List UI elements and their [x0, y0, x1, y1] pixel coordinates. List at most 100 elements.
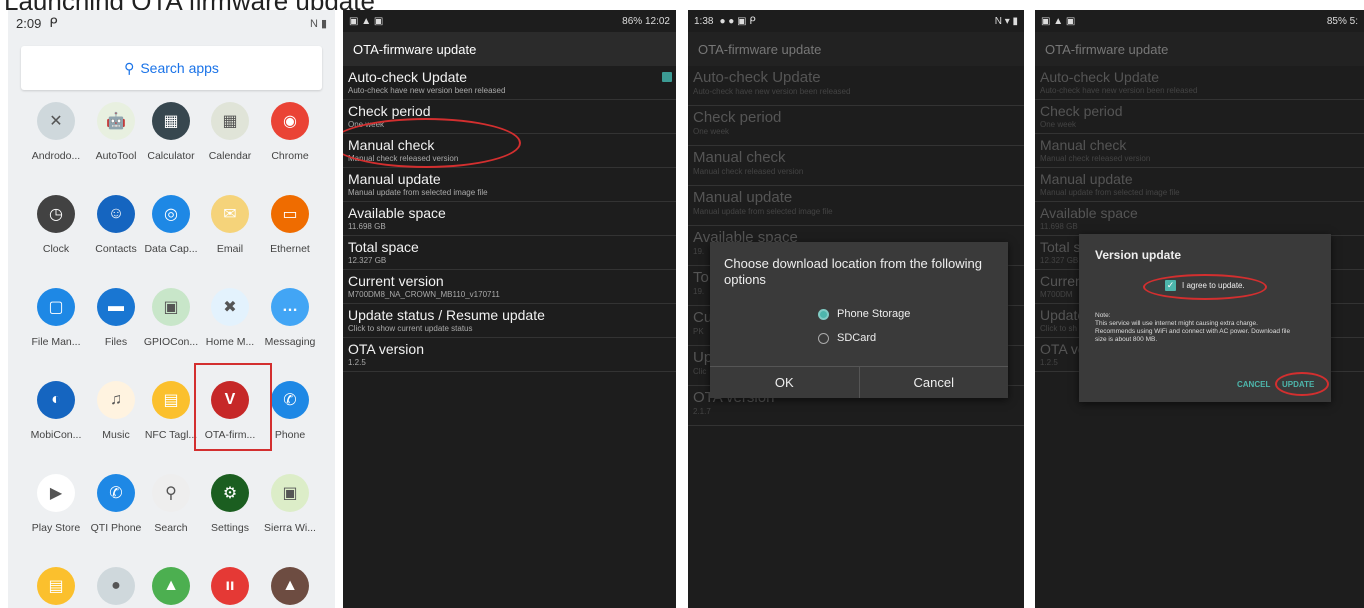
pref-item[interactable]: Check period One week — [1035, 100, 1364, 134]
pref-title: OTA version — [348, 341, 424, 357]
pref-summary: Manual update from selected image file — [348, 188, 488, 197]
app-hat[interactable]: ▲ — [258, 567, 322, 605]
play-store-icon: ▶ — [37, 474, 75, 512]
app-label: Home M... — [205, 336, 255, 348]
signal-icon: N ▾ ▮ — [994, 15, 1018, 27]
dialog-heading: Version update — [1095, 248, 1182, 262]
pref-item[interactable]: Manual check Manual check released versio… — [1035, 134, 1364, 168]
app-label: Clock — [42, 243, 70, 255]
pref-item[interactable]: Available space 11.698 GB — [343, 202, 676, 236]
settings-icon: ⚙ — [211, 474, 249, 512]
sierra-icon: ▣ — [271, 474, 309, 512]
mobicontrol-icon: ◐ — [37, 381, 75, 419]
radio-selected-icon — [818, 308, 829, 320]
app-label: Sierra Wi... — [264, 522, 316, 534]
app-email[interactable]: ✉ Email — [198, 195, 262, 255]
pref-summary: Click to show current update status — [348, 324, 473, 333]
cancel-button[interactable]: Cancel — [860, 367, 1009, 398]
pref-item[interactable]: Available space 11.698 GB — [1035, 202, 1364, 236]
note-text: This service will use internet might cau… — [1095, 320, 1291, 344]
pref-title: Check period — [348, 103, 431, 119]
pref-item[interactable]: Total space 12.327 GB — [343, 236, 676, 270]
pref-summary: Manual check released version — [693, 167, 804, 176]
app-messaging[interactable]: … Messaging — [258, 288, 322, 348]
pref-item[interactable]: Auto-check Update Auto-check have new ver… — [688, 66, 1024, 106]
audio-icon: ıı — [211, 567, 249, 605]
pref-item[interactable]: Auto-check Update Auto-check have new ver… — [1035, 66, 1364, 100]
pref-summary: Auto-check have new version been release… — [1040, 86, 1198, 95]
pref-summary: Manual update from selected image file — [693, 207, 833, 216]
status-bar: ▣ ▲ ▣ 86% 12:02 — [343, 10, 676, 32]
messaging-icon: … — [271, 288, 309, 326]
app-label: Email — [216, 243, 244, 255]
app-label: File Man... — [31, 336, 81, 348]
app-settings[interactable]: ⚙ Settings — [198, 474, 262, 534]
cancel-button[interactable]: CANCEL — [1237, 380, 1270, 389]
ok-button[interactable]: OK — [710, 367, 860, 398]
pref-summary: Auto-check have new version been release… — [348, 86, 506, 95]
pref-item[interactable]: Check period One week — [688, 106, 1024, 146]
app-label: MobiCon... — [30, 429, 82, 441]
pref-item[interactable]: OTA version 1.2.5 — [343, 338, 676, 372]
clock-icon: ◷ — [37, 195, 75, 233]
option-label: SDCard — [837, 332, 877, 344]
option-sdcard[interactable]: SDCard — [818, 332, 876, 344]
app-play-store[interactable]: ▶ Play Store — [24, 474, 88, 534]
version-update-panel: ▣ ▲ ▣ 85% 5: OTA-firmware update Auto-ch… — [1035, 10, 1364, 608]
pref-summary: Manual check released version — [1040, 154, 1151, 163]
search-apps-box[interactable]: ⚲ Search apps — [21, 46, 322, 90]
pref-item[interactable]: Manual update Manual update from selected… — [688, 186, 1024, 226]
pref-summary: M700DM8_NA_CROWN_MB110_v170711 — [348, 290, 500, 299]
app-audio[interactable]: ıı — [198, 567, 262, 605]
app-mobicontrol[interactable]: ◐ MobiCon... — [24, 381, 88, 441]
pref-title: Manual update — [1040, 171, 1133, 187]
app-home-manager[interactable]: ✖ Home M... — [198, 288, 262, 348]
app-ethernet[interactable]: ▭ Ethernet — [258, 195, 322, 255]
app-file-manager[interactable]: ▢ File Man... — [24, 288, 88, 348]
app-label: Chrome — [271, 150, 309, 162]
page-title: OTA-firmware update — [688, 32, 1024, 66]
pref-title: Auto-check Update — [348, 69, 468, 85]
pref-summary: 11.698 GB — [1040, 222, 1078, 231]
download-location-panel: 1:38 ● ● ▣ ᑭ N ▾ ▮ OTA-firmware update A… — [688, 10, 1024, 608]
calculator-icon: ▦ — [152, 102, 190, 140]
phone-icon: ✆ — [271, 381, 309, 419]
status-icons: ● ● ▣ ᑭ — [719, 15, 756, 27]
app-search[interactable]: ⚲ Search — [139, 474, 203, 534]
pref-item[interactable]: Manual check Manual check released versio… — [688, 146, 1024, 186]
status-time: 2:09 — [16, 15, 42, 31]
dialog-heading: Choose download location from the follow… — [724, 256, 982, 287]
pref-title: Check period — [693, 109, 782, 126]
option-phone-storage[interactable]: Phone Storage — [818, 308, 910, 320]
pref-item[interactable]: Manual update Manual update from selected… — [343, 168, 676, 202]
pref-summary: 11.698 GB — [348, 222, 386, 231]
status-time: 1:38 — [694, 15, 714, 27]
pref-item[interactable]: Auto-check Update Auto-check have new ver… — [343, 66, 676, 100]
contacts-icon: ☺ — [97, 195, 135, 233]
pref-item[interactable]: Manual update Manual update from selected… — [1035, 168, 1364, 202]
app-sierra[interactable]: ▣ Sierra Wi... — [258, 474, 322, 534]
app-chrome[interactable]: ◉ Chrome — [258, 102, 322, 162]
pref-item[interactable]: Current version M700DM8_NA_CROWN_MB110_v1… — [343, 270, 676, 304]
status-bar: ▣ ▲ ▣ 85% 5: — [1035, 10, 1364, 32]
pref-item[interactable]: Update status / Resume update Click to sh… — [343, 304, 676, 338]
app-calendar[interactable]: ▦ Calendar — [198, 102, 262, 162]
app-wrench[interactable]: ✕ Androdo... — [24, 102, 88, 162]
app-file[interactable]: ▤ — [24, 567, 88, 605]
app-label: Data Cap... — [144, 243, 198, 255]
pref-title: Current version — [348, 273, 444, 289]
pref-title: Available space — [1040, 205, 1138, 221]
pref-title: Manual check — [1040, 137, 1127, 153]
app-datacap[interactable]: ◎ Data Cap... — [139, 195, 203, 255]
app-gpio[interactable]: ▣ GPIOCon... — [139, 288, 203, 348]
app-gallery[interactable]: ▲ — [139, 567, 203, 605]
app-clock[interactable]: ◷ Clock — [24, 195, 88, 255]
download-location-dialog: Choose download location from the follow… — [710, 242, 1008, 398]
calendar-icon: ▦ — [211, 102, 249, 140]
pref-title: Total space — [348, 239, 419, 255]
search-icon: ⚲ — [124, 59, 135, 76]
app-calculator[interactable]: ▦ Calculator — [139, 102, 203, 162]
app-label: Calculator — [147, 150, 195, 162]
page-title: OTA-firmware update — [1035, 32, 1364, 66]
checkbox-checked-icon[interactable] — [662, 72, 672, 82]
